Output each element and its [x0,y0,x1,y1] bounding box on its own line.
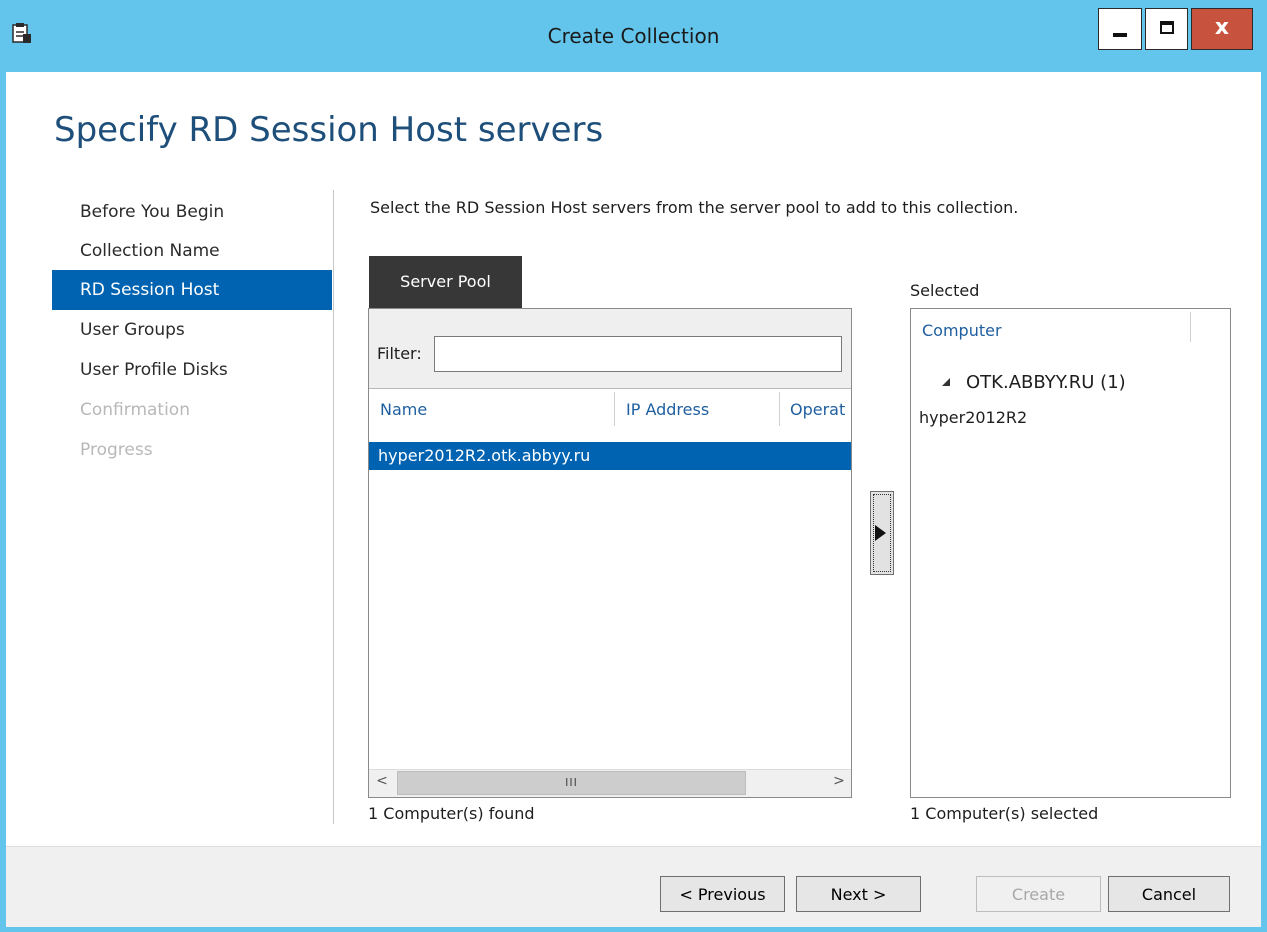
page-title: Specify RD Session Host servers [54,110,604,150]
previous-button[interactable]: < Previous [660,876,785,912]
nav-item-collection-name[interactable]: Collection Name [52,231,332,271]
computers-found-status: 1 Computer(s) found [368,804,535,823]
column-separator[interactable] [779,392,780,426]
cancel-button[interactable]: Cancel [1108,876,1230,912]
create-button: Create [976,876,1101,912]
tab-server-pool[interactable]: Server Pool [369,256,522,308]
column-header-operating-system[interactable]: Operat [790,400,850,419]
nav-item-progress: Progress [80,440,153,460]
arrow-right-icon [875,525,886,541]
maximize-button[interactable] [1145,8,1188,50]
close-button[interactable]: x [1191,8,1253,50]
scroll-right-icon[interactable]: > [830,773,848,793]
expand-triangle-icon[interactable] [942,378,950,386]
nav-item-user-groups[interactable]: User Groups [52,310,332,350]
nav-divider [333,190,334,824]
nav-item-rd-session-host[interactable]: RD Session Host [52,270,332,310]
domain-group-label[interactable]: OTK.ABBYY.RU (1) [966,372,1126,393]
computers-selected-status: 1 Computer(s) selected [910,804,1099,823]
filter-label: Filter: [377,344,422,363]
scrollbar-thumb[interactable]: III [397,771,746,795]
column-separator[interactable] [614,392,615,426]
column-header-computer[interactable]: Computer [922,321,1002,340]
next-button[interactable]: Next > [796,876,921,912]
close-icon: x [1214,15,1230,40]
column-separator[interactable] [1190,312,1191,342]
filter-input[interactable] [434,336,842,372]
window-title: Create Collection [547,24,720,48]
column-header-name[interactable]: Name [380,400,427,419]
maximize-icon [1160,21,1174,34]
scroll-left-icon[interactable]: < [373,773,391,793]
server-row[interactable]: hyper2012R2.otk.abbyy.ru [369,442,851,470]
nav-item-confirmation: Confirmation [80,400,190,420]
minimize-icon [1113,33,1127,37]
selected-label: Selected [910,281,980,300]
selected-computer-item[interactable]: hyper2012R2 [919,408,1027,427]
column-header-ip-address[interactable]: IP Address [626,400,709,419]
minimize-button[interactable] [1098,8,1142,50]
instructions-text: Select the RD Session Host servers from … [370,198,1019,217]
nav-item-user-profile-disks[interactable]: User Profile Disks [52,350,332,390]
nav-item-before-you-begin[interactable]: Before You Begin [52,192,332,232]
